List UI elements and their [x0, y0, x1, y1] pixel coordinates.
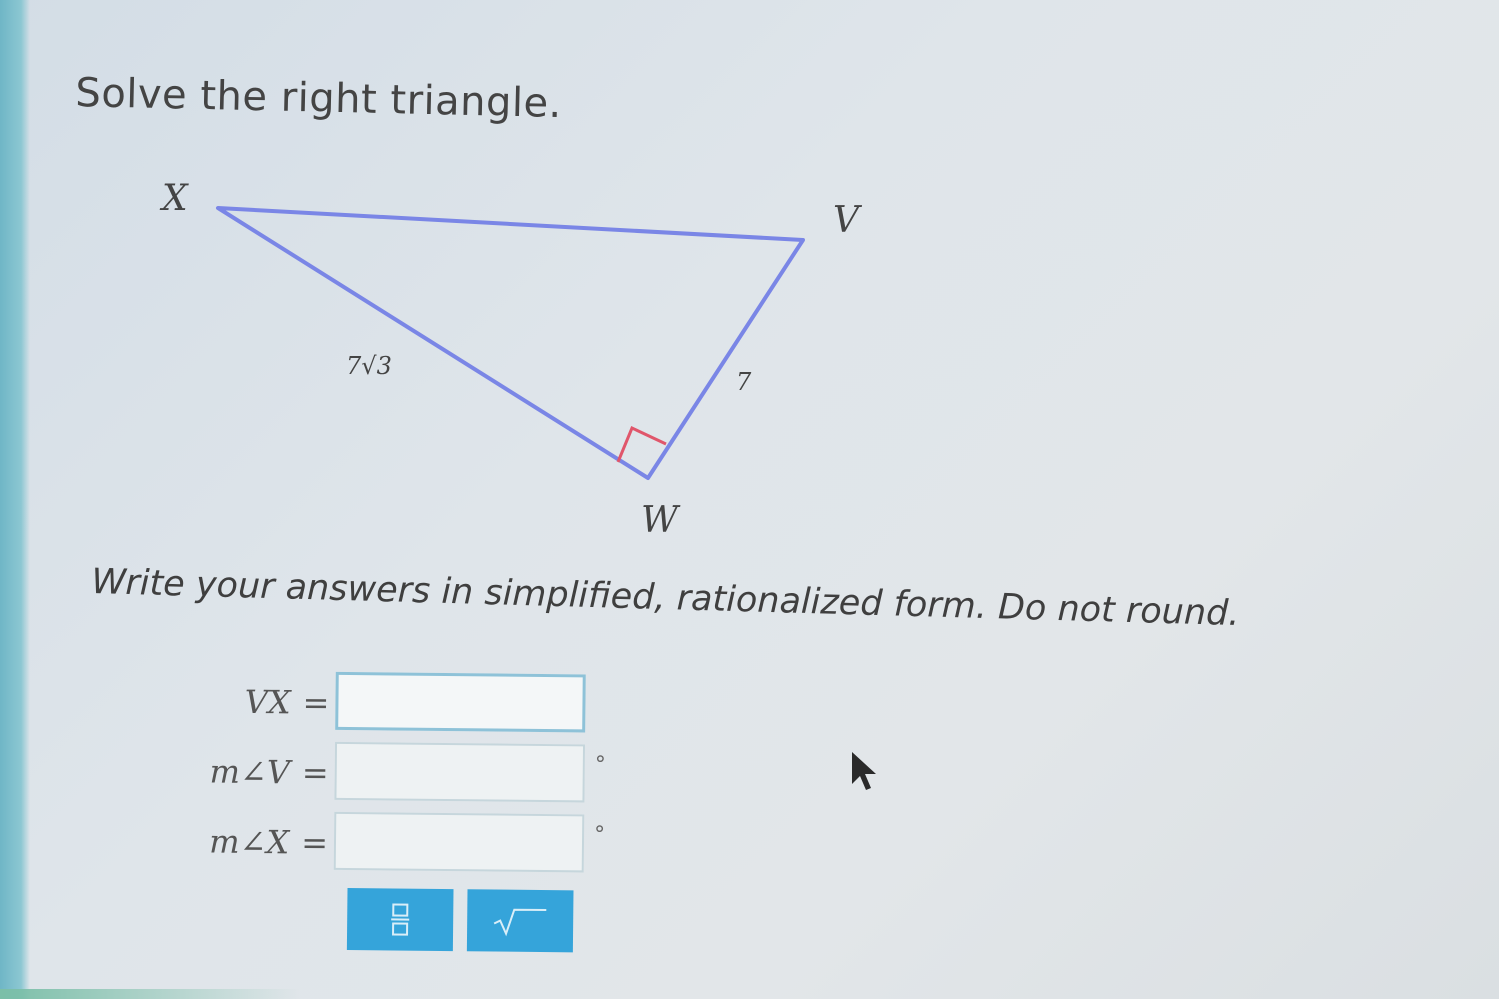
side-label-vw: 7 [736, 368, 752, 396]
vx-input[interactable] [335, 671, 586, 733]
equals-sign: = [301, 753, 329, 792]
triangle-shape [216, 206, 805, 480]
square-root-icon [493, 908, 547, 937]
angle-x-input[interactable] [333, 811, 585, 873]
answer-row-vx: VX = [159, 670, 620, 735]
vertex-label-x: X [162, 178, 188, 219]
answer-row-angle-x: m∠X = ° [158, 810, 619, 875]
math-toolbar [333, 876, 594, 969]
vertex-label-w: W [641, 500, 679, 541]
answer-area: VX = m∠V = ° m∠X = ° [157, 650, 620, 985]
fraction-icon [391, 903, 410, 936]
vertex-label-v: V [833, 200, 859, 241]
side-label-xw: 7√3 [346, 352, 392, 380]
angle-v-input[interactable] [334, 741, 586, 803]
answer-row-angle-v: m∠V = ° [158, 740, 619, 805]
answer-label-angle-x: m∠X [209, 822, 290, 862]
degree-symbol: ° [594, 752, 606, 778]
fraction-button[interactable] [346, 887, 454, 952]
mouse-cursor-icon [852, 752, 876, 790]
answer-label-angle-v: m∠V [209, 752, 291, 792]
answer-label-vx: VX [244, 682, 291, 722]
right-angle-marker [616, 425, 667, 463]
degree-symbol: ° [593, 822, 606, 848]
equals-sign: = [300, 823, 329, 862]
square-root-button[interactable] [466, 889, 574, 953]
equals-sign: = [302, 683, 330, 722]
